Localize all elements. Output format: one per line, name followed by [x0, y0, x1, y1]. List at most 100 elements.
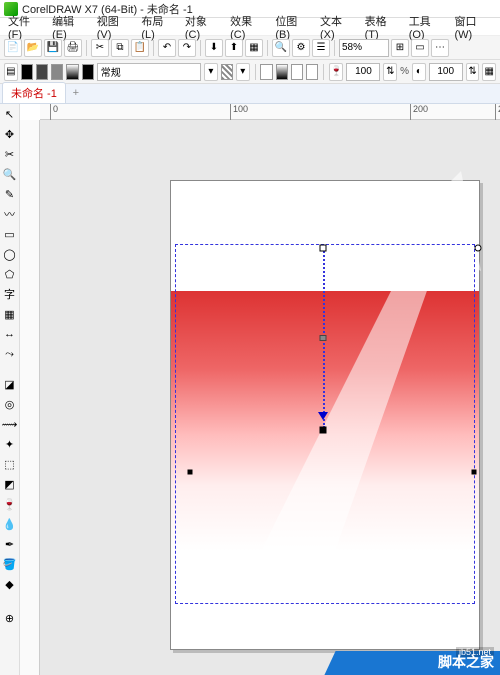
shape-tool[interactable]: ✥	[2, 126, 18, 142]
swatch-dkgray[interactable]	[36, 64, 48, 80]
interactive-fill-tool[interactable]: ◆	[2, 576, 18, 592]
gradient-mid-slider[interactable]	[320, 335, 327, 341]
style-select[interactable]	[97, 63, 201, 81]
launch-button[interactable]: ⚙	[292, 39, 310, 57]
artistic-tool[interactable]: 〰	[2, 206, 18, 222]
gradient-arrow-icon[interactable]	[318, 412, 328, 420]
snap-button[interactable]: ⊞	[391, 39, 409, 57]
distort-tool[interactable]: ✦	[2, 436, 18, 452]
fill-linear-swatch[interactable]	[276, 64, 288, 80]
ellipse-tool[interactable]: ◯	[2, 246, 18, 262]
undo-button[interactable]: ↶	[158, 39, 176, 57]
table-tool[interactable]: ▦	[2, 306, 18, 322]
stepper-icon[interactable]: ⇅	[383, 63, 397, 81]
menu-file[interactable]: 文件(F)	[4, 13, 46, 41]
drawing-canvas[interactable]	[40, 120, 500, 675]
swatch-gray[interactable]	[51, 64, 63, 80]
sel-handle[interactable]	[472, 470, 477, 475]
red-gradient-object[interactable]	[171, 291, 479, 551]
canvas-area: 0 100 200 250	[20, 104, 500, 675]
separator	[255, 64, 256, 80]
blend-tool[interactable]: ⟿	[2, 416, 18, 432]
new-button[interactable]: 📄	[4, 39, 22, 57]
paste-button[interactable]: 📋	[131, 39, 149, 57]
snap2-button[interactable]: ▭	[411, 39, 429, 57]
swatch-black2[interactable]	[82, 64, 94, 80]
gradient-start-handle[interactable]	[320, 245, 327, 252]
work-area: ↖ ✥ ✂ 🔍 ✎ 〰 ▭ ◯ ⬠ 字 ▦ ↔ ⤳ ◪ ◎ ⟿ ✦ ⬚ ◩ 🍷 …	[0, 104, 500, 675]
search-button[interactable]: 🔍	[272, 39, 290, 57]
transparency-tool[interactable]: 🍷	[2, 496, 18, 512]
stepper2-icon[interactable]: ⇅	[466, 63, 480, 81]
menu-text[interactable]: 文本(X)	[316, 13, 359, 41]
watermark-text: 脚本之家	[438, 652, 494, 672]
menu-window[interactable]: 窗口(W)	[450, 13, 496, 41]
horizontal-ruler: 0 100 200 250	[40, 104, 500, 120]
document-tab[interactable]: 未命名 -1	[2, 82, 66, 103]
edit-fill-button[interactable]: ▤	[4, 63, 18, 81]
apply-button[interactable]: ▦	[482, 63, 496, 81]
menubar: 文件(F) 编辑(E) 视图(V) 布局(L) 对象(C) 效果(C) 位图(B…	[0, 18, 500, 36]
ruler-tick: 0	[50, 104, 58, 120]
options2-button[interactable]: ⋯	[431, 39, 449, 57]
standard-toolbar: 📄 📂 💾 🖨 ✂ ⧉ 📋 ↶ ↷ ⬇ ⬆ ▦ 🔍 ⚙ ☰ ⊞ ▭ ⋯	[0, 36, 500, 60]
crop-tool[interactable]: ✂	[2, 146, 18, 162]
vertical-ruler	[20, 120, 40, 675]
rotation-handle[interactable]	[475, 245, 482, 252]
percent-sign: %	[400, 66, 409, 77]
expand-icon[interactable]: ⊕	[2, 610, 18, 626]
transparency-icon: 🍷	[329, 63, 343, 81]
eyedropper-tool[interactable]: 💧	[2, 516, 18, 532]
fill-tool[interactable]: 🪣	[2, 556, 18, 572]
dropdown-icon[interactable]: ▾	[204, 63, 218, 81]
swatch-gradient[interactable]	[66, 64, 78, 80]
print-button[interactable]: 🖨	[64, 39, 82, 57]
menu-bitmap[interactable]: 位图(B)	[271, 13, 314, 41]
menu-layout[interactable]: 布局(L)	[137, 13, 179, 41]
menu-effects[interactable]: 效果(C)	[226, 13, 269, 41]
pick-tool[interactable]: ↖	[2, 106, 18, 122]
connector-tool[interactable]: ⤳	[2, 346, 18, 362]
fill-none-swatch[interactable]	[260, 64, 272, 80]
dimension-tool[interactable]: ↔	[2, 326, 18, 342]
polygon-tool[interactable]: ⬠	[2, 266, 18, 282]
save-button[interactable]: 💾	[44, 39, 62, 57]
document-tabbar: 未命名 -1 +	[0, 84, 500, 104]
open-button[interactable]: 📂	[24, 39, 42, 57]
dropshadow-tool[interactable]: ◪	[2, 376, 18, 392]
swatch-black[interactable]	[21, 64, 33, 80]
new-tab-button[interactable]: +	[68, 87, 84, 103]
extrude-tool[interactable]: ◩	[2, 476, 18, 492]
merge-field[interactable]	[429, 63, 463, 81]
envelope-tool[interactable]: ⬚	[2, 456, 18, 472]
freehand-tool[interactable]: ✎	[2, 186, 18, 202]
menu-object[interactable]: 对象(C)	[181, 13, 224, 41]
fill-conical-swatch[interactable]	[306, 64, 318, 80]
zoom-level-select[interactable]	[339, 39, 389, 57]
opacity-field[interactable]	[346, 63, 380, 81]
import-button[interactable]: ⬇	[205, 39, 223, 57]
menu-edit[interactable]: 编辑(E)	[48, 13, 91, 41]
menu-view[interactable]: 视图(V)	[93, 13, 136, 41]
gradient-end-handle[interactable]	[320, 427, 327, 434]
text-tool[interactable]: 字	[2, 286, 18, 302]
sel-handle[interactable]	[188, 470, 193, 475]
pattern-swatch[interactable]	[221, 64, 233, 80]
publish-button[interactable]: ▦	[245, 39, 263, 57]
contour-tool[interactable]: ◎	[2, 396, 18, 412]
export-button[interactable]: ⬆	[225, 39, 243, 57]
menu-table[interactable]: 表格(T)	[361, 13, 403, 41]
redo-button[interactable]: ↷	[178, 39, 196, 57]
menu-tools[interactable]: 工具(O)	[405, 13, 449, 41]
dropdown2-icon[interactable]: ▾	[236, 63, 250, 81]
outline-tool[interactable]: ✒	[2, 536, 18, 552]
copy-button[interactable]: ⧉	[111, 39, 129, 57]
cut-button[interactable]: ✂	[91, 39, 109, 57]
zoom-tool[interactable]: 🔍	[2, 166, 18, 182]
fill-radial-swatch[interactable]	[291, 64, 303, 80]
options-button[interactable]: ☰	[312, 39, 330, 57]
toolbox: ↖ ✥ ✂ 🔍 ✎ 〰 ▭ ◯ ⬠ 字 ▦ ↔ ⤳ ◪ ◎ ⟿ ✦ ⬚ ◩ 🍷 …	[0, 104, 20, 675]
separator	[334, 40, 335, 56]
separator	[200, 40, 201, 56]
rectangle-tool[interactable]: ▭	[2, 226, 18, 242]
